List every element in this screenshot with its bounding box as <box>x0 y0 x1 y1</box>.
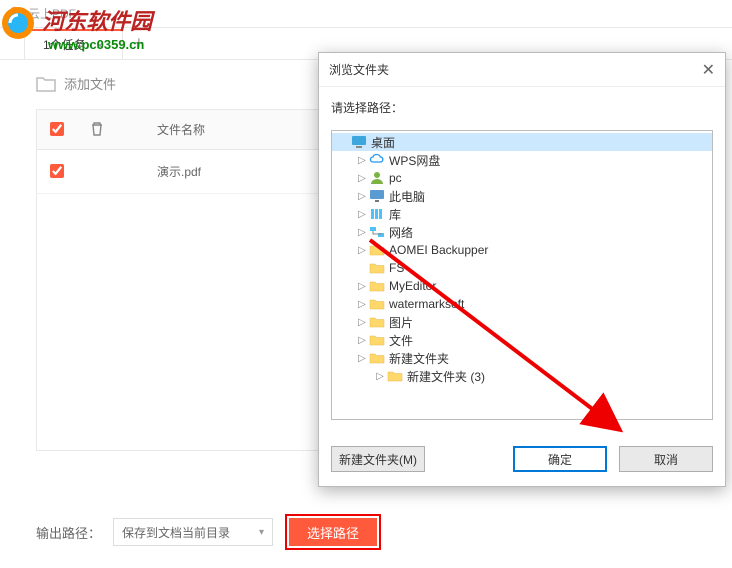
cancel-button[interactable]: 取消 <box>619 446 713 472</box>
expander-icon[interactable]: ▷ <box>356 227 368 238</box>
output-path-select[interactable]: 保存到文档当前目录 ▾ <box>113 518 273 546</box>
tree-item-label: FS <box>389 261 404 275</box>
tree-item-label: 桌面 <box>371 134 395 151</box>
footer: 输出路径： 保存到文档当前目录 ▾ 选择路径 <box>36 514 381 550</box>
add-file-button[interactable]: 添加文件 <box>36 74 116 93</box>
tree-item-label: AOMEI Backupper <box>389 243 488 257</box>
expander-icon[interactable]: ▷ <box>374 371 386 382</box>
tree-item[interactable]: ▷ MyEditor <box>332 277 712 295</box>
trash-icon <box>89 121 105 137</box>
tree-item-label: 此电脑 <box>389 188 425 205</box>
header-delete-cell[interactable] <box>77 121 117 137</box>
expander-icon[interactable]: ▷ <box>356 299 368 310</box>
expander-icon[interactable]: ▷ <box>356 155 368 166</box>
browse-folder-dialog: 浏览文件夹 ✕ 请选择路径： 桌面▷WPS网盘▷pc▷此电脑▷库▷网络▷AOME… <box>318 52 726 487</box>
expander-icon[interactable]: ▷ <box>356 281 368 292</box>
expander-icon[interactable]: ▷ <box>356 245 368 256</box>
tree-item[interactable]: ▷ WPS网盘 <box>332 151 712 169</box>
ok-button[interactable]: 确定 <box>513 446 607 472</box>
tree-item-label: WPS网盘 <box>389 152 440 169</box>
net-icon <box>368 225 386 239</box>
select-value: 保存到文档当前目录 <box>122 524 230 541</box>
dialog-title: 浏览文件夹 <box>329 61 389 78</box>
tree-item[interactable]: ▷ 新建文件夹 (3) <box>332 367 712 385</box>
folder-icon <box>368 261 386 275</box>
expander-icon[interactable]: ▷ <box>356 317 368 328</box>
tree-item-label: 图片 <box>389 314 413 331</box>
dialog-titlebar: 浏览文件夹 ✕ <box>319 53 725 87</box>
folder-icon <box>386 369 404 383</box>
tree-item[interactable]: 桌面 <box>332 133 712 151</box>
folder-icon <box>36 76 56 92</box>
tree-item-label: 库 <box>389 206 401 223</box>
tree-item[interactable]: ▷ 文件 <box>332 331 712 349</box>
expander-icon[interactable]: ▷ <box>356 173 368 184</box>
folder-icon <box>368 279 386 293</box>
tab-active[interactable]: 1个任务 × <box>24 29 123 59</box>
tree-item[interactable]: ▷ 图片 <box>332 313 712 331</box>
tree-item[interactable]: ▷ watermarksoft <box>332 295 712 313</box>
tree-item[interactable]: ▷ 网络 <box>332 223 712 241</box>
expander-icon[interactable]: ▷ <box>356 335 368 346</box>
folder-icon <box>368 297 386 311</box>
select-all-checkbox[interactable] <box>50 122 64 136</box>
tree-item-label: 文件 <box>389 332 413 349</box>
dialog-instruction: 请选择路径： <box>331 99 713 116</box>
tree-item[interactable]: FS <box>332 259 712 277</box>
new-folder-button[interactable]: 新建文件夹(M) <box>331 446 425 472</box>
add-tab-button[interactable]: + <box>127 32 151 56</box>
output-path-label: 输出路径： <box>36 523 101 542</box>
header-checkbox-cell <box>37 122 77 136</box>
tree-item-label: watermarksoft <box>389 297 464 311</box>
pc-icon <box>368 189 386 203</box>
tab-label: 1个任务 <box>43 36 86 53</box>
tree-item-label: 新建文件夹 (3) <box>407 368 485 385</box>
tree-item[interactable]: ▷ 新建文件夹 <box>332 349 712 367</box>
chevron-down-icon: ▾ <box>259 527 264 538</box>
tree-item[interactable]: ▷ AOMEI Backupper <box>332 241 712 259</box>
folder-icon <box>368 243 386 257</box>
tree-item-label: MyEditor <box>389 279 436 293</box>
row-checkbox[interactable] <box>50 164 64 178</box>
expander-icon[interactable]: ▷ <box>356 353 368 364</box>
expander-icon[interactable]: ▷ <box>356 209 368 220</box>
dialog-close-button[interactable]: ✕ <box>702 60 715 80</box>
desktop-icon <box>350 135 368 149</box>
lib-icon <box>368 207 386 221</box>
folder-icon <box>368 315 386 329</box>
user-icon <box>368 171 386 185</box>
close-icon[interactable]: × <box>96 37 104 53</box>
tree-item-label: pc <box>389 171 402 185</box>
dialog-footer: 新建文件夹(M) 确定 取消 <box>319 432 725 486</box>
folder-tree[interactable]: 桌面▷WPS网盘▷pc▷此电脑▷库▷网络▷AOMEI BackupperFS▷M… <box>331 130 713 420</box>
tree-item-label: 新建文件夹 <box>389 350 449 367</box>
app-icon <box>6 6 22 22</box>
expander-icon[interactable]: ▷ <box>356 191 368 202</box>
folder-icon <box>368 351 386 365</box>
window-title: 云上PDF <box>28 5 76 22</box>
cloud-icon <box>368 153 386 167</box>
tree-item-label: 网络 <box>389 224 413 241</box>
tree-item[interactable]: ▷ pc <box>332 169 712 187</box>
annotation-highlight: 选择路径 <box>285 514 381 550</box>
tree-item[interactable]: ▷ 此电脑 <box>332 187 712 205</box>
add-file-label: 添加文件 <box>64 74 116 93</box>
window-titlebar: 云上PDF <box>0 0 732 28</box>
tree-item[interactable]: ▷库 <box>332 205 712 223</box>
choose-path-button[interactable]: 选择路径 <box>289 518 377 546</box>
folder-icon <box>368 333 386 347</box>
